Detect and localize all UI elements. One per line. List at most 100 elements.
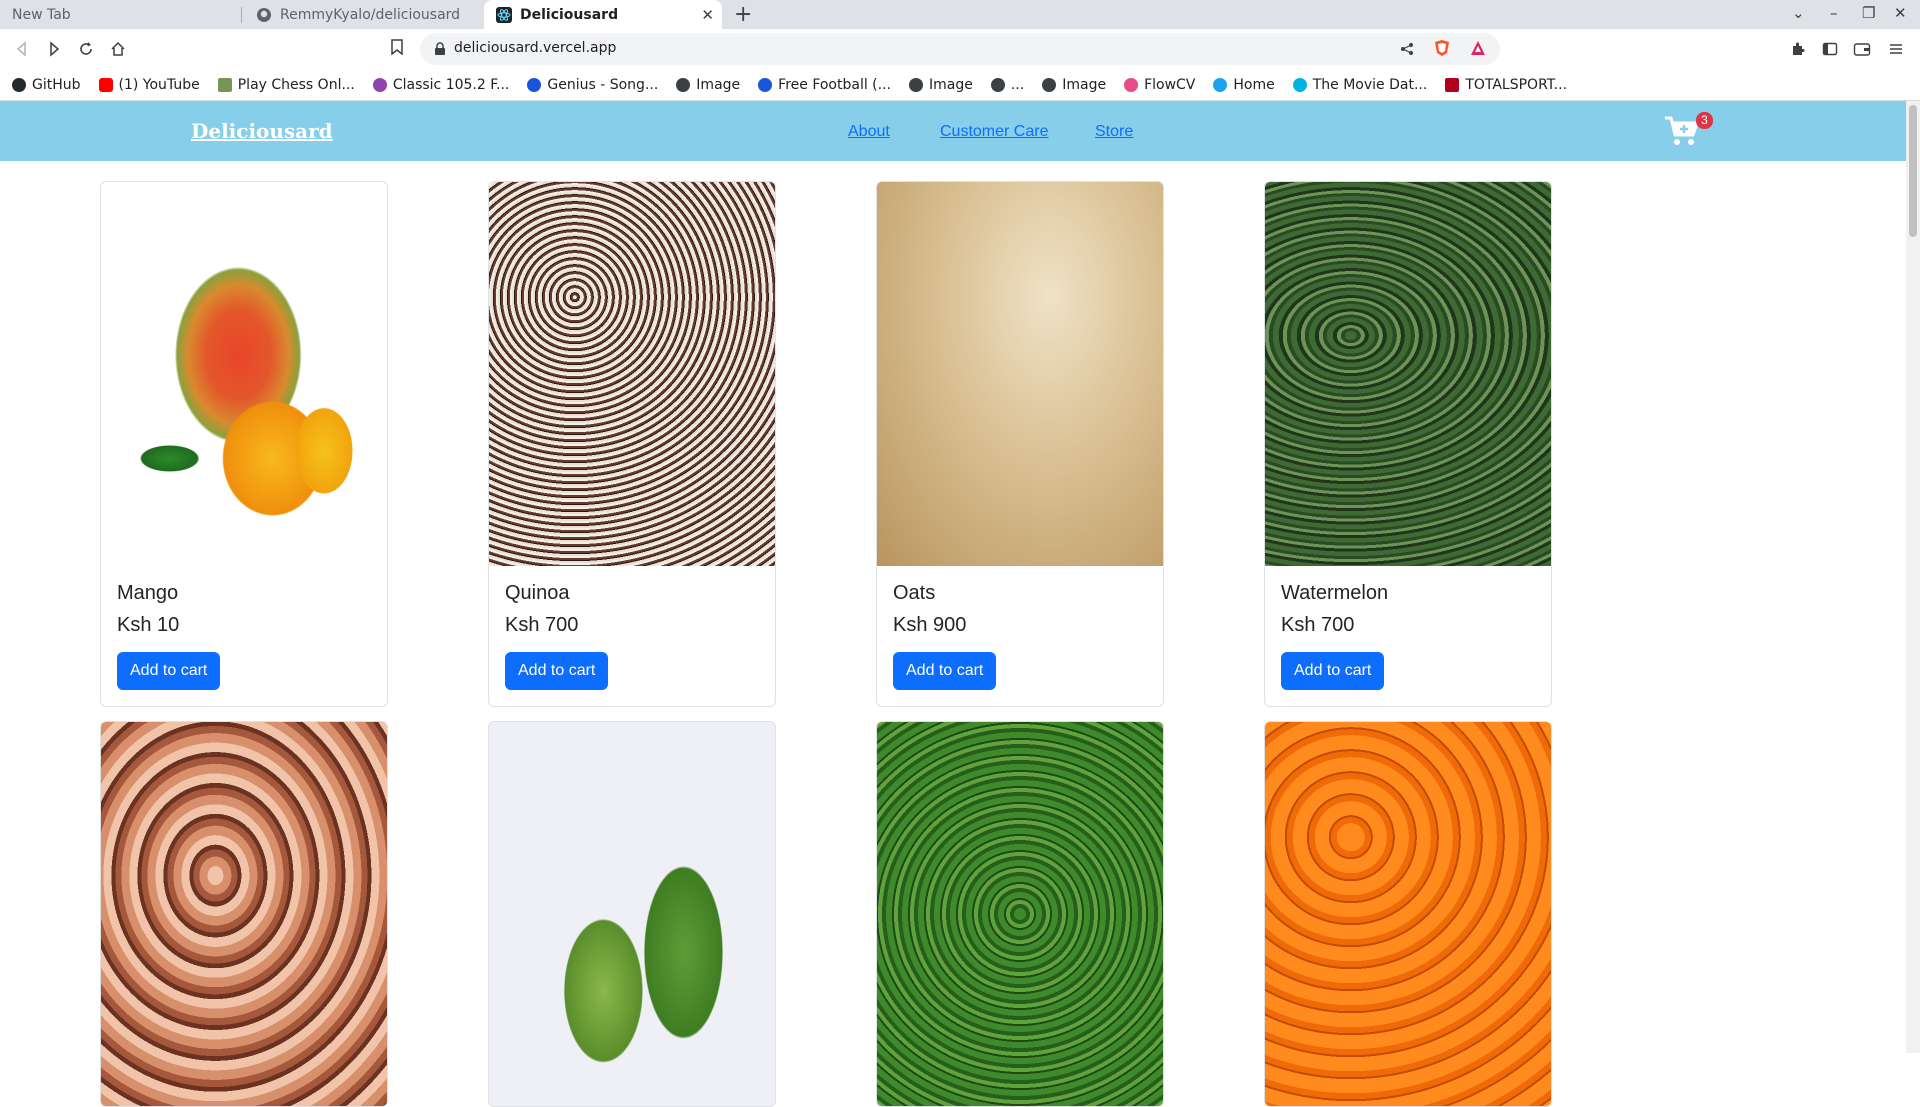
url-text: deliciousard.vercel.app	[454, 40, 617, 56]
oats-image	[877, 182, 1163, 566]
cart-icon[interactable]	[1664, 115, 1700, 147]
mango-image	[101, 182, 387, 566]
product-card-broccoli	[876, 721, 1164, 1107]
youtube-icon	[98, 77, 113, 92]
bookmark-genius[interactable]: Genius - Song...	[527, 77, 658, 93]
restore-icon[interactable]: ❐	[1862, 4, 1875, 22]
bookmark-github[interactable]: GitHub	[12, 77, 81, 93]
cart-count-badge: 3	[1696, 112, 1713, 129]
product-card-oats: Oats Ksh 900 Add to cart	[876, 181, 1164, 707]
broccoli-image	[877, 722, 1163, 1106]
browser-toolbar: deliciousard.vercel.app	[0, 29, 1920, 69]
forward-icon[interactable]	[42, 37, 66, 61]
bookmark-label: GitHub	[32, 76, 81, 93]
browser-tab-bar: New Tab RemmyKyalo/deliciousard Deliciou…	[0, 0, 1920, 29]
bookmark-twitter-home[interactable]: Home	[1213, 76, 1275, 93]
nav-about[interactable]: About	[848, 123, 890, 141]
product-name: Oats	[893, 582, 936, 604]
product-card-onions	[100, 721, 388, 1107]
tab-deliciousard[interactable]: Deliciousard ✕	[484, 0, 722, 29]
close-tab-icon[interactable]: ✕	[701, 6, 714, 24]
bookmark-label: Image	[1062, 76, 1107, 93]
product-card-papaya	[488, 721, 776, 1107]
oranges-image	[1265, 722, 1551, 1106]
bookmark-flowcv[interactable]: FlowCV	[1124, 77, 1195, 93]
minimize-icon[interactable]: –	[1830, 4, 1838, 22]
bookmark-image[interactable]: Image	[676, 77, 740, 93]
product-name: Quinoa	[505, 582, 570, 604]
product-price: Ksh 900	[893, 614, 967, 636]
site-navbar: Deliciousard About Customer Care Store 3	[0, 101, 1906, 161]
product-card-quinoa: Quinoa Ksh 700 Add to cart	[488, 181, 776, 707]
product-card-oranges	[1264, 721, 1552, 1107]
bookmark-tmdb[interactable]: The Movie Dat...	[1292, 76, 1428, 93]
chess-icon	[217, 77, 232, 92]
bookmark-label: Home	[1233, 76, 1275, 93]
bookmark-label: TOTALSPORT...	[1465, 76, 1568, 93]
product-price: Ksh 700	[1281, 614, 1355, 636]
nav-store[interactable]: Store	[1095, 123, 1133, 141]
genius-icon	[758, 77, 773, 92]
quinoa-image	[489, 182, 775, 566]
extensions-icon[interactable]	[1786, 37, 1810, 61]
add-to-cart-button[interactable]: Add to cart	[117, 652, 221, 690]
bookmark-label: Classic 105.2 F...	[392, 76, 510, 93]
add-to-cart-button[interactable]: Add to cart	[893, 652, 997, 690]
home-icon[interactable]	[106, 37, 130, 61]
page-scrollbar[interactable]	[1906, 101, 1920, 1053]
watermelon-image	[1265, 182, 1551, 566]
totalsport-icon	[1445, 77, 1460, 92]
product-name: Watermelon	[1281, 582, 1389, 604]
bookmarks-bar: GitHub (1) YouTube Play Chess Onl... Cla…	[0, 69, 1920, 101]
wallet-icon[interactable]	[1850, 37, 1874, 61]
share-icon[interactable]	[1400, 41, 1414, 60]
tmdb-icon	[1292, 77, 1307, 92]
tab-title: Deliciousard	[520, 6, 619, 23]
bookmark-label: Play Chess Onl...	[237, 76, 355, 93]
back-icon[interactable]	[10, 37, 34, 61]
bookmark-label: Image	[929, 76, 973, 93]
bookmark-label: FlowCV	[1144, 76, 1196, 93]
bookmark-page-icon[interactable]	[390, 39, 404, 59]
reload-icon[interactable]	[74, 37, 98, 61]
tab-title: New Tab	[12, 6, 71, 23]
github-icon	[256, 7, 272, 23]
tab-search-icon[interactable]: ⌄	[1792, 4, 1805, 22]
bookmark-totalsport[interactable]: TOTALSPORT...	[1445, 77, 1567, 93]
genius-icon	[527, 77, 542, 92]
product-card-watermelon: Watermelon Ksh 700 Add to cart	[1264, 181, 1552, 707]
globe-icon	[676, 77, 691, 92]
product-card-mango: Mango Ksh 10 Add to cart	[100, 181, 388, 707]
twitter-icon	[1213, 77, 1228, 92]
new-tab-button[interactable]: +	[734, 2, 752, 27]
tab-new-tab[interactable]: New Tab	[0, 0, 240, 29]
bookmark-youtube[interactable]: (1) YouTube	[98, 77, 200, 93]
bookmark-label: Image	[696, 76, 741, 93]
nav-customer-care[interactable]: Customer Care	[940, 123, 1048, 141]
bookmark-label: ...	[1010, 76, 1025, 93]
bookmark-image[interactable]: Image	[909, 77, 973, 93]
bookmark-label: The Movie Dat...	[1312, 76, 1428, 93]
bookmark-ellipsis[interactable]: ...	[990, 76, 1025, 93]
bookmark-label: Free Football (...	[778, 76, 891, 93]
globe-icon	[1042, 77, 1057, 92]
brand-link[interactable]: Deliciousard	[191, 119, 333, 143]
brave-rewards-icon[interactable]	[1470, 40, 1486, 60]
close-window-icon[interactable]: ✕	[1894, 4, 1907, 22]
scrollbar-thumb[interactable]	[1909, 105, 1917, 237]
onions-image	[101, 722, 387, 1106]
bookmark-chess[interactable]: Play Chess Onl...	[217, 76, 355, 93]
bookmark-free-football[interactable]: Free Football (...	[758, 77, 891, 93]
add-to-cart-button[interactable]: Add to cart	[505, 652, 609, 690]
address-bar[interactable]: deliciousard.vercel.app	[420, 33, 1500, 65]
radio-icon	[372, 77, 387, 92]
bookmark-classic-radio[interactable]: Classic 105.2 F...	[372, 76, 510, 93]
bookmark-image[interactable]: Image	[1042, 77, 1106, 93]
lock-icon	[434, 41, 446, 60]
brave-shield-icon[interactable]	[1434, 39, 1450, 61]
menu-icon[interactable]	[1884, 37, 1908, 61]
add-to-cart-button[interactable]: Add to cart	[1281, 652, 1385, 690]
tab-github-repo[interactable]: RemmyKyalo/deliciousard	[244, 0, 484, 29]
sidebar-icon[interactable]	[1818, 37, 1842, 61]
product-name: Mango	[117, 582, 179, 604]
